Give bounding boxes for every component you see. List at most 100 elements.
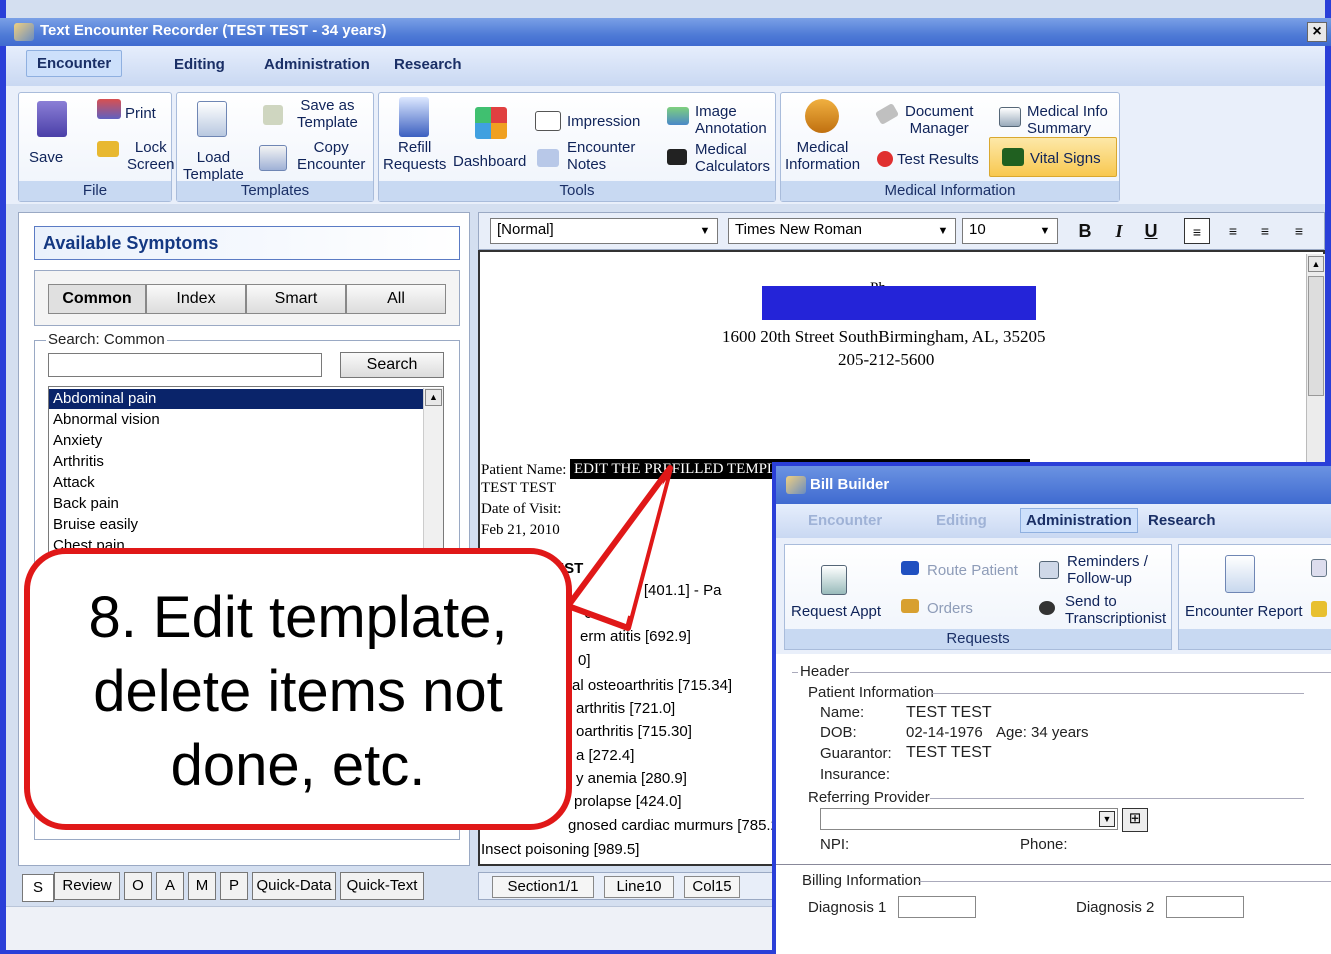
name-value: TEST TEST (906, 704, 992, 721)
search-button[interactable]: Search (340, 352, 444, 378)
requests-group: Request Appt Route Patient Orders Remind… (784, 544, 1172, 650)
bb-menu-editing[interactable]: Editing (936, 512, 987, 529)
tab-a[interactable]: A (156, 872, 184, 900)
available-symptoms-title: Available Symptoms (34, 226, 460, 260)
menu-editing[interactable]: Editing (174, 56, 225, 73)
style-dropdown[interactable]: [Normal] ▼ (490, 218, 718, 244)
vital-signs-button[interactable]: Vital Signs (989, 137, 1117, 177)
tools-group-label: Tools (379, 181, 775, 201)
list-item[interactable]: Anxiety (53, 432, 102, 449)
chevron-down-icon: ▼ (937, 225, 949, 237)
send-to-transcriptionist-button[interactable]: Send to Transcriptionist (1065, 593, 1166, 627)
tab-s[interactable]: S (22, 874, 54, 902)
scroll-up-icon[interactable]: ▲ (1308, 256, 1324, 272)
app-icon (14, 23, 34, 41)
search-input[interactable] (48, 353, 322, 377)
bold-button[interactable]: B (1072, 218, 1098, 244)
medical-information-button[interactable]: Medical Information (785, 139, 860, 173)
impression-icon (535, 111, 561, 131)
list-item[interactable]: Back pain (53, 495, 119, 512)
callout-line-1: 8. Edit template, (88, 585, 508, 650)
dashboard-button[interactable]: Dashboard (453, 153, 526, 170)
save-button[interactable]: Save (29, 149, 63, 166)
copy-encounter-button[interactable]: Copy Encounter (297, 139, 365, 173)
align-left-icon[interactable]: ≡ (1184, 218, 1210, 244)
load-template-button[interactable]: Load Template (183, 149, 244, 183)
refill-requests-icon (399, 97, 429, 137)
bb-menu-research[interactable]: Research (1148, 512, 1216, 529)
tab-m[interactable]: M (188, 872, 216, 900)
chevron-down-icon: ▼ (1039, 225, 1051, 237)
tab-smart[interactable]: Smart (246, 284, 346, 314)
refill-requests-button[interactable]: Refill Requests (383, 139, 446, 173)
align-center-icon[interactable]: ≡ (1220, 218, 1246, 244)
document-line: gnosed cardiac murmurs [785.2] (568, 817, 784, 834)
print-button[interactable]: Print (125, 105, 156, 122)
diagnosis-1-input[interactable] (898, 896, 976, 918)
templates-group: Load Template Save as Template Copy Encount… (176, 92, 374, 202)
menu-encounter[interactable]: Encounter (26, 50, 123, 77)
scroll-thumb[interactable] (1308, 276, 1324, 396)
tab-quick-text[interactable]: Quick-Text (340, 872, 424, 900)
file-group: Save Print Lock Screen File (18, 92, 175, 202)
copy-encounter-icon (259, 145, 287, 171)
tab-common[interactable]: Common (48, 284, 146, 314)
document-line: prolapse [424.0] (574, 793, 682, 810)
list-item[interactable]: Abnormal vision (53, 411, 160, 428)
lock-screen-button[interactable]: Lock Screen (127, 139, 175, 173)
route-patient-icon (901, 561, 919, 575)
diagnosis-2-label: Diagnosis 2 (1076, 899, 1155, 916)
justify-icon[interactable]: ≡ (1286, 218, 1312, 244)
referring-provider-select[interactable]: ▼ (820, 808, 1118, 830)
medical-calculators-button[interactable]: Medical Calculators (695, 141, 770, 175)
diagnosis-2-input[interactable] (1166, 896, 1244, 918)
list-item[interactable]: Abdominal pain (53, 390, 156, 407)
test-results-button[interactable]: Test Results (897, 151, 979, 168)
tab-p[interactable]: P (220, 872, 248, 900)
tab-o[interactable]: O (124, 872, 152, 900)
impression-button[interactable]: Impression (567, 113, 640, 130)
document-line: y anemia [280.9] (576, 770, 687, 787)
chevron-down-icon: ▼ (1099, 811, 1115, 827)
request-appt-button[interactable]: Request Appt (791, 603, 881, 620)
align-right-icon[interactable]: ≡ (1252, 218, 1278, 244)
tab-quick-data[interactable]: Quick-Data (252, 872, 336, 900)
bb-menu-encounter[interactable]: Encounter (808, 512, 882, 529)
load-template-icon (197, 101, 227, 137)
close-button[interactable]: × (1307, 22, 1327, 42)
window-title: Text Encounter Recorder (TEST TEST - 34 … (40, 22, 387, 39)
font-dropdown[interactable]: Times New Roman ▼ (728, 218, 956, 244)
menu-administration[interactable]: Administration (264, 56, 370, 73)
save-as-template-button[interactable]: Save as Template (297, 97, 358, 131)
list-item[interactable]: Arthritis (53, 453, 104, 470)
medical-info-summary-button[interactable]: Medical Info Summary (1027, 103, 1108, 137)
divider (932, 693, 1304, 694)
scroll-up-icon[interactable]: ▲ (425, 389, 442, 406)
orders-button[interactable]: Orders (927, 600, 973, 617)
list-item[interactable]: Bruise easily (53, 516, 138, 533)
medical-information-group-label: Medical Information (781, 181, 1119, 201)
phone-label: Phone: (1020, 836, 1068, 853)
list-item[interactable]: Attack (53, 474, 95, 491)
test-results-icon (877, 151, 893, 167)
size-dropdown[interactable]: 10 ▼ (962, 218, 1058, 244)
app-icon (786, 476, 806, 494)
tab-index[interactable]: Index (146, 284, 246, 314)
italic-button[interactable]: I (1106, 218, 1132, 244)
tab-all[interactable]: All (346, 284, 446, 314)
encounter-report-button[interactable]: Encounter Report (1185, 603, 1303, 620)
medical-information-icon (805, 99, 839, 133)
bb-menu-administration[interactable]: Administration (1020, 508, 1138, 533)
encounter-notes-button[interactable]: Encounter Notes (567, 139, 635, 173)
document-manager-button[interactable]: Document Manager (905, 103, 973, 137)
name-label: Name: (820, 704, 865, 721)
medical-calculators-icon (667, 149, 687, 165)
image-annotation-button[interactable]: Image Annotation (695, 103, 767, 137)
reminders-button[interactable]: Reminders / Follow-up (1067, 553, 1148, 587)
underline-button[interactable]: U (1138, 218, 1164, 244)
tab-review[interactable]: Review (54, 872, 120, 900)
menu-research[interactable]: Research (394, 56, 462, 73)
document-phone: 205-212-5600 (838, 350, 935, 369)
provider-lookup-icon[interactable]: ⊞ (1122, 808, 1148, 832)
route-patient-button[interactable]: Route Patient (927, 562, 1018, 579)
